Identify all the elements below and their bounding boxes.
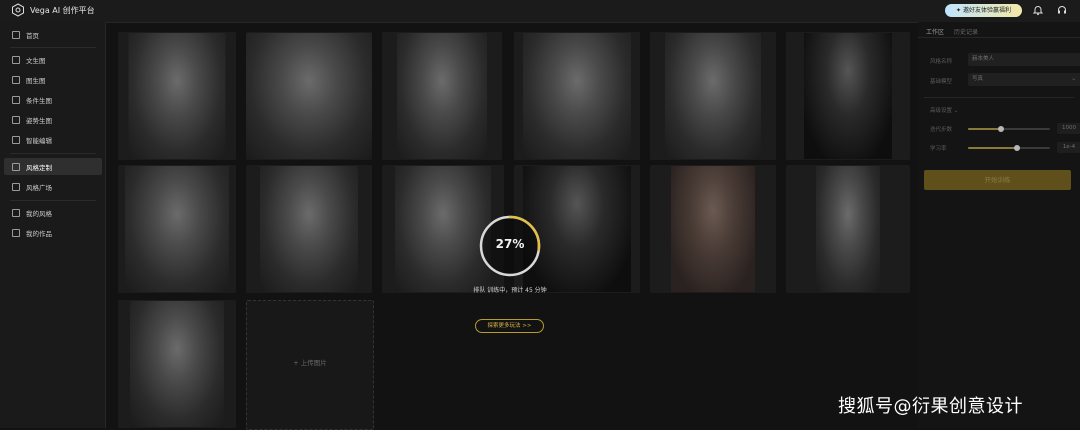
portrait-photo <box>395 166 491 292</box>
portrait-photo <box>130 301 224 427</box>
portrait-photo <box>523 33 631 159</box>
portrait-photo <box>397 33 487 159</box>
slider-fill <box>968 128 1001 130</box>
style-custom-icon <box>12 162 20 171</box>
start-training-button[interactable]: 开始训练 <box>924 170 1071 190</box>
style-square-icon <box>12 182 20 191</box>
training-image-tile[interactable] <box>786 165 910 293</box>
training-image-tile[interactable] <box>246 32 372 160</box>
portrait-photo <box>246 33 372 159</box>
portrait-photo <box>804 33 892 159</box>
settings-panel: 工作区 历史记录 风格名称 赫本美人 基础模型 写真 ⌄ 高级设置 ⌄ 迭代步数… <box>918 22 1080 428</box>
training-image-tile[interactable] <box>118 165 236 293</box>
portrait-photo <box>125 166 229 292</box>
gift-icon: ✦ <box>956 7 962 14</box>
base-model-label: 基础模型 <box>930 79 953 85</box>
training-image-tile[interactable] <box>246 165 372 293</box>
gallery-icon <box>12 228 20 237</box>
sidebar-item-conditional[interactable]: 条件生图 <box>4 91 102 108</box>
sidebar-item-label: 我的风格 <box>26 209 52 218</box>
image-icon <box>12 75 20 84</box>
tab-workspace[interactable]: 工作区 <box>926 27 944 36</box>
slider-knob[interactable] <box>997 126 1004 132</box>
sidebar-divider <box>10 47 96 48</box>
portrait-photo <box>665 33 761 159</box>
learning-rate-value[interactable]: 1e-4 <box>1057 142 1080 153</box>
sidebar-item-style-custom[interactable]: 风格定制 <box>4 158 102 175</box>
training-image-tile[interactable] <box>650 32 776 160</box>
training-image-tile[interactable] <box>786 32 910 160</box>
iteration-steps-value[interactable]: 1000 <box>1057 123 1080 134</box>
headset-icon[interactable] <box>1056 4 1068 16</box>
style-name-label: 风格名称 <box>930 59 953 65</box>
upload-label: + 上传图片 <box>293 359 327 367</box>
portrait-photo <box>128 33 226 159</box>
training-image-tile[interactable] <box>118 32 236 160</box>
panel-divider <box>924 97 1074 98</box>
sidebar-item-label: 风格广场 <box>26 183 52 192</box>
training-image-tile[interactable] <box>650 165 776 293</box>
style-name-input[interactable]: 赫本美人 <box>968 53 1080 66</box>
sidebar-divider <box>10 153 96 154</box>
advanced-settings-toggle[interactable]: 高级设置 ⌄ <box>930 106 958 114</box>
base-model-select[interactable]: 写真 ⌄ <box>968 73 1080 86</box>
portrait-photo <box>671 166 755 292</box>
sidebar-item-image-to-image[interactable]: 图生图 <box>4 71 102 88</box>
base-model-value: 写真 <box>972 76 984 82</box>
portrait-photo <box>816 166 880 292</box>
top-bar: Vega AI 创作平台 ✦ 邀好友体验赢福利 <box>0 0 1080 23</box>
portrait-photo <box>260 166 358 292</box>
sidebar: 首页 文生图 图生图 条件生图 姿势生图 智能编辑 风格定制 风格广场 我的风格… <box>0 22 106 428</box>
training-status: 排队 训练中，预计 45 分钟 <box>473 287 547 294</box>
chevron-down-icon: ⌄ <box>1071 76 1076 82</box>
panel-divider <box>918 37 1080 38</box>
sidebar-item-label: 智能编辑 <box>26 136 52 145</box>
invite-friends-button[interactable]: ✦ 邀好友体验赢福利 <box>945 4 1022 17</box>
hexagon-logo-icon[interactable] <box>11 3 25 17</box>
sidebar-divider <box>10 200 96 201</box>
learning-rate-label: 学习率 <box>930 146 947 152</box>
advanced-settings-label: 高级设置 <box>930 108 953 114</box>
cube-icon <box>12 208 20 217</box>
sidebar-item-pose[interactable]: 姿势生图 <box>4 111 102 128</box>
sliders-icon <box>12 95 20 104</box>
slider-knob[interactable] <box>1014 145 1021 151</box>
explore-more-button[interactable]: 探索更多玩法 >> <box>475 319 544 333</box>
bell-icon[interactable] <box>1032 4 1044 16</box>
sidebar-item-label: 图生图 <box>26 76 46 85</box>
sidebar-item-home[interactable]: 首页 <box>4 26 102 43</box>
training-image-tile[interactable] <box>118 300 236 428</box>
iteration-steps-label: 迭代步数 <box>930 127 953 133</box>
watermark: 搜狐号@衍果创意设计 <box>838 396 1023 417</box>
sidebar-item-label: 我的作品 <box>26 229 52 238</box>
learning-rate-slider[interactable] <box>968 145 1050 151</box>
iteration-steps-slider[interactable] <box>968 126 1050 132</box>
sidebar-item-style-square[interactable]: 风格广场 <box>4 178 102 195</box>
sidebar-item-my-styles[interactable]: 我的风格 <box>4 204 102 221</box>
home-icon <box>12 30 20 39</box>
upload-image-tile[interactable]: + 上传图片 <box>246 300 374 430</box>
training-image-tile[interactable] <box>514 32 640 160</box>
sidebar-item-my-works[interactable]: 我的作品 <box>4 224 102 241</box>
slider-fill <box>968 147 1018 149</box>
training-image-tile[interactable] <box>382 32 502 160</box>
sidebar-item-label: 风格定制 <box>26 163 52 172</box>
invite-label: 邀好友体验赢福利 <box>962 7 1011 14</box>
pose-icon <box>12 115 20 124</box>
text-image-icon <box>12 55 20 64</box>
sidebar-item-label: 姿势生图 <box>26 116 52 125</box>
sidebar-item-label: 文生图 <box>26 56 46 65</box>
tab-history[interactable]: 历史记录 <box>954 27 978 36</box>
progress-percent: 27% <box>495 237 525 251</box>
magic-edit-icon <box>12 135 20 144</box>
chevron-down-icon: ⌄ <box>953 108 959 114</box>
app-title: Vega AI 创作平台 <box>30 6 95 15</box>
sidebar-item-smart-edit[interactable]: 智能编辑 <box>4 131 102 148</box>
sidebar-item-label: 首页 <box>26 31 39 40</box>
sidebar-item-text-to-image[interactable]: 文生图 <box>4 51 102 68</box>
sidebar-item-label: 条件生图 <box>26 96 52 105</box>
